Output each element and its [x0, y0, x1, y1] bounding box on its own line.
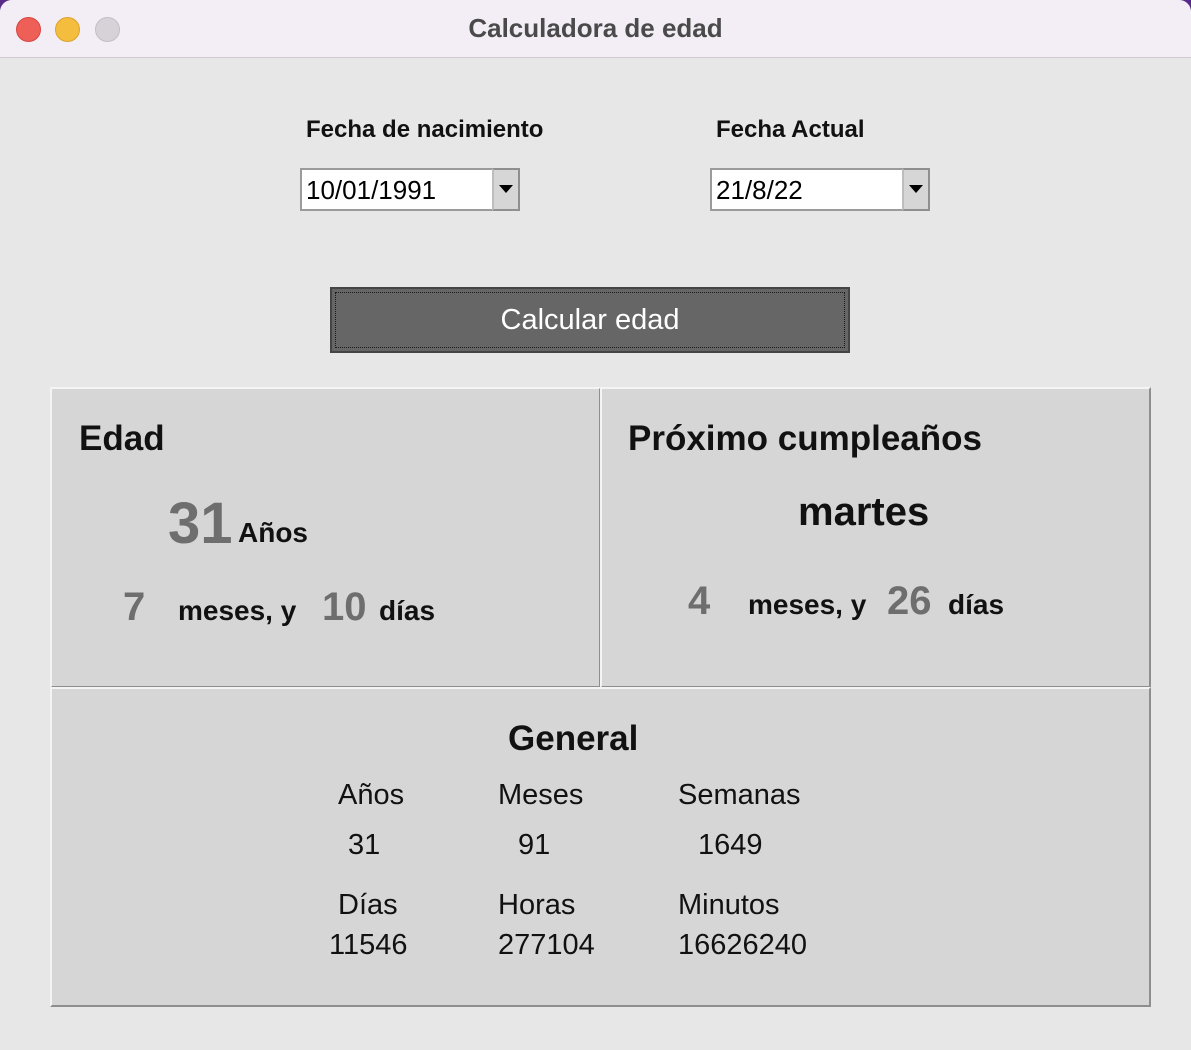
- general-days-value: 11546: [329, 929, 408, 961]
- general-hours-label: Horas: [498, 889, 576, 921]
- window-title: Calculadora de edad: [468, 13, 723, 43]
- birth-date-combobox[interactable]: 10/01/1991: [300, 168, 520, 211]
- general-title: General: [508, 719, 639, 758]
- general-days-label: Días: [338, 889, 398, 921]
- next-birthday-panel: Próximo cumpleaños martes 4 meses, y 26 …: [600, 387, 1151, 688]
- age-panel-title: Edad: [79, 419, 165, 458]
- age-panel: Edad 31 Años 7 meses, y 10 días: [50, 387, 601, 688]
- calculate-age-button[interactable]: Calcular edad: [330, 287, 850, 353]
- current-date-value[interactable]: 21/8/22: [716, 170, 803, 210]
- current-date-combobox[interactable]: 21/8/22: [710, 168, 930, 211]
- chevron-down-icon: [499, 185, 513, 193]
- general-weeks-value: 1649: [698, 829, 763, 861]
- birth-date-label: Fecha de nacimiento: [306, 116, 544, 143]
- next-birthday-months-label: meses, y: [748, 589, 867, 620]
- chevron-down-icon: [909, 185, 923, 193]
- current-date-dropdown-button[interactable]: [902, 168, 930, 211]
- next-birthday-weekday: martes: [798, 490, 930, 534]
- general-years-value: 31: [348, 829, 381, 861]
- birth-date-value[interactable]: 10/01/1991: [306, 170, 436, 210]
- title-bar: Calculadora de edad: [0, 0, 1191, 58]
- age-years-value: 31: [168, 491, 233, 556]
- next-birthday-days-value: 26: [887, 579, 932, 623]
- age-months-value: 7: [123, 585, 146, 629]
- age-years-label: Años: [238, 517, 308, 548]
- current-date-label: Fecha Actual: [716, 116, 865, 143]
- birth-date-dropdown-button[interactable]: [492, 168, 520, 211]
- general-minutes-value: 16626240: [678, 929, 808, 961]
- next-birthday-months-value: 4: [688, 579, 711, 623]
- age-days-value: 10: [322, 585, 367, 629]
- general-panel: General Años 31 Meses 91 Semanas 1649 Dí…: [50, 687, 1151, 1007]
- general-weeks-label: Semanas: [678, 779, 801, 811]
- age-days-label: días: [379, 595, 436, 626]
- app-window: Calculadora de edad Fecha de nacimiento …: [0, 0, 1191, 1050]
- next-birthday-days-label: días: [948, 589, 1005, 620]
- next-birthday-title: Próximo cumpleaños: [628, 419, 982, 458]
- calculate-age-button-label: Calcular edad: [500, 303, 680, 336]
- general-months-value: 91: [518, 829, 551, 861]
- age-months-label: meses, y: [178, 595, 297, 626]
- general-months-label: Meses: [498, 779, 584, 811]
- general-years-label: Años: [338, 779, 405, 811]
- general-minutes-label: Minutos: [678, 889, 780, 921]
- general-hours-value: 277104: [498, 929, 595, 961]
